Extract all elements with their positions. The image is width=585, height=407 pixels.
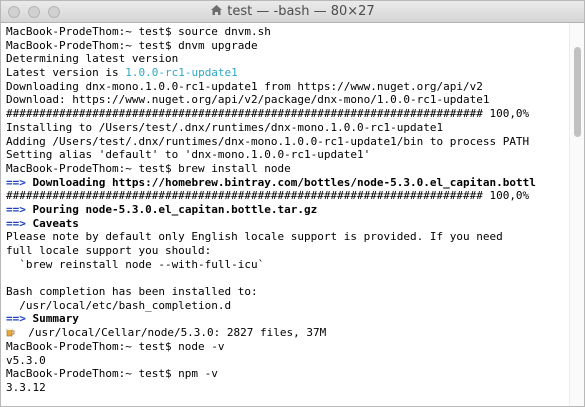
terminal-line: Determining latest version bbox=[6, 52, 569, 66]
line-text: full locale support you should: bbox=[6, 244, 212, 257]
line-text: MacBook-ProdeThom:~ test$ brew install n… bbox=[6, 161, 291, 175]
line-text: `brew reinstall node --with-full-icu` bbox=[6, 257, 265, 271]
line-text: Download: https://www.nuget.org/api/v2/p… bbox=[6, 93, 490, 107]
line-text: /usr/local/Cellar/node/5.3.0: 2827 files… bbox=[15, 326, 327, 340]
line-text: MacBook-ProdeThom:~ test$ source dnvm.sh bbox=[6, 25, 271, 38]
terminal-line: Setting alias 'default' to 'dnx-mono.1.0… bbox=[6, 148, 569, 162]
line-text: Setting alias 'default' to 'dnx-mono.1.0… bbox=[6, 148, 371, 162]
brew-arrow: ==> bbox=[6, 175, 26, 189]
terminal-line: /usr/local/etc/bash_completion.d bbox=[6, 299, 569, 313]
title-bar: test — -bash — 80×27 bbox=[1, 1, 584, 23]
terminal-line: MacBook-ProdeThom:~ test$ node -v bbox=[6, 340, 569, 354]
window-title: test — -bash — 80×27 bbox=[1, 4, 584, 19]
terminal-line: MacBook-ProdeThom:~ test$ npm -v bbox=[6, 367, 569, 381]
line-text: Determining latest version bbox=[6, 52, 179, 66]
terminal-line: ########################################… bbox=[6, 189, 569, 203]
line-text: Adding /Users/test/.dnx/runtimes/dnx-mon… bbox=[6, 134, 530, 148]
beer-icon bbox=[6, 328, 15, 337]
terminal-line: MacBook-ProdeThom:~ test$ brew install n… bbox=[6, 162, 569, 176]
brew-heading: Pouring node-5.3.0.el_capitan.bottle.tar… bbox=[25, 202, 318, 216]
window-title-text: test — -bash — 80×27 bbox=[227, 4, 375, 19]
line-text: ########################################… bbox=[6, 107, 530, 121]
terminal-line: 3.3.12 bbox=[6, 381, 569, 395]
terminal-output[interactable]: MacBook-ProdeThom:~ test$ source dnvm.sh… bbox=[1, 23, 569, 406]
terminal-line: Bash completion has been installed to: bbox=[6, 285, 569, 299]
line-text: MacBook-ProdeThom:~ test$ npm -v bbox=[6, 367, 218, 381]
line-text: ########################################… bbox=[6, 189, 530, 203]
brew-arrow: ==> bbox=[6, 312, 26, 326]
scrollbar-thumb[interactable] bbox=[574, 47, 581, 137]
brew-heading: Summary bbox=[25, 312, 79, 326]
scrollbar[interactable] bbox=[569, 23, 584, 406]
line-text: Bash completion has been installed to: bbox=[6, 285, 258, 299]
terminal-line: ########################################… bbox=[6, 107, 569, 121]
brew-arrow: ==> bbox=[6, 202, 26, 216]
brew-heading: Caveats bbox=[25, 216, 79, 230]
version-highlight: 1.0.0-rc1-update1 bbox=[125, 66, 238, 80]
terminal-line: MacBook-ProdeThom:~ test$ source dnvm.sh bbox=[6, 25, 569, 39]
terminal-line: ==> Pouring node-5.3.0.el_capitan.bottle… bbox=[6, 203, 569, 217]
terminal-line: ==> Summary bbox=[6, 312, 569, 326]
terminal-line: v5.3.0 bbox=[6, 354, 569, 368]
line-text: Downloading dnx-mono.1.0.0-rc1-update1 f… bbox=[6, 79, 483, 93]
terminal-line: Download: https://www.nuget.org/api/v2/p… bbox=[6, 93, 569, 107]
line-text: Installing to /Users/test/.dnx/runtimes/… bbox=[6, 120, 444, 134]
line-text: Latest version is bbox=[6, 66, 126, 80]
line-text: MacBook-ProdeThom:~ test$ node -v bbox=[6, 339, 225, 353]
home-icon bbox=[211, 5, 223, 15]
terminal-line: /usr/local/Cellar/node/5.3.0: 2827 files… bbox=[6, 326, 569, 340]
terminal-line: `brew reinstall node --with-full-icu` bbox=[6, 258, 569, 272]
brew-heading: Downloading https://homebrew.bintray.com… bbox=[25, 175, 536, 189]
terminal-line: Adding /Users/test/.dnx/runtimes/dnx-mon… bbox=[6, 135, 569, 149]
terminal-line: Latest version is 1.0.0-rc1-update1 bbox=[6, 66, 569, 80]
terminal-line: ==> Downloading https://homebrew.bintray… bbox=[6, 176, 569, 190]
terminal-line: MacBook-ProdeThom:~ test$ dnvm upgrade bbox=[6, 39, 569, 53]
terminal-line: Downloading dnx-mono.1.0.0-rc1-update1 f… bbox=[6, 80, 569, 94]
line-text: v5.3.0 bbox=[6, 353, 46, 367]
line-text: MacBook-ProdeThom:~ test$ dnvm upgrade bbox=[6, 38, 258, 52]
terminal-line: full locale support you should: bbox=[6, 244, 569, 258]
terminal-line: ==> Caveats bbox=[6, 217, 569, 231]
terminal-line: Installing to /Users/test/.dnx/runtimes/… bbox=[6, 121, 569, 135]
brew-arrow: ==> bbox=[6, 216, 26, 230]
line-text: Please note by default only English loca… bbox=[6, 230, 503, 244]
terminal-line: Please note by default only English loca… bbox=[6, 230, 569, 244]
terminal-window: test — -bash — 80×27 MacBook-ProdeThom:~… bbox=[0, 0, 585, 407]
line-text: /usr/local/etc/bash_completion.d bbox=[6, 298, 232, 312]
line-text: 3.3.12 bbox=[6, 380, 46, 394]
